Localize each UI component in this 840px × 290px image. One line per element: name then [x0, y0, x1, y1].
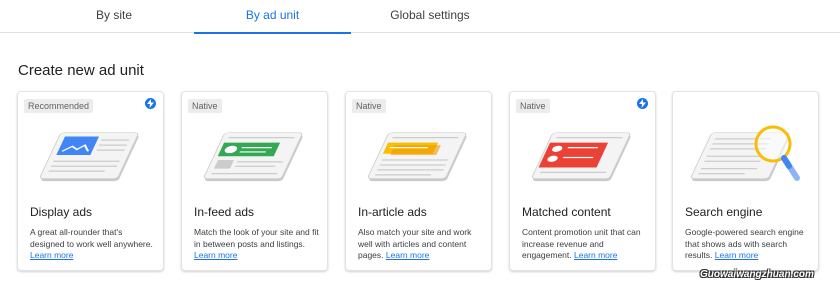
bolt-icon: [637, 98, 648, 109]
section-title: Create new ad unit: [18, 62, 144, 79]
card-description: Also match your site and work well with …: [358, 227, 472, 260]
in-feed-ads-illustration: [203, 132, 303, 182]
card-title: In-article ads: [358, 205, 427, 219]
matched-content-illustration: [531, 132, 631, 182]
search-engine-illustration: [690, 125, 800, 182]
card-in-article-ads[interactable]: Native In-article ads Also match your si…: [345, 91, 492, 271]
learn-more-link[interactable]: Learn more: [194, 250, 237, 260]
card-in-feed-ads[interactable]: Native In-feed ads Match the look of you…: [181, 91, 328, 271]
card-title: Search engine: [685, 205, 763, 219]
tab-by-ad-unit[interactable]: By ad unit: [194, 0, 351, 34]
watermark: Guowaiwangzhuan.com: [700, 269, 814, 280]
card-search-engine[interactable]: Search engine Google-powered search engi…: [672, 91, 819, 271]
recommended-badge: Recommended: [24, 99, 94, 113]
tab-by-site[interactable]: By site: [40, 0, 188, 33]
card-title: Matched content: [522, 205, 611, 219]
card-display-ads[interactable]: Recommended Display ads A great all-roun…: [17, 91, 164, 271]
learn-more-link[interactable]: Learn more: [715, 250, 758, 260]
learn-more-link[interactable]: Learn more: [574, 250, 617, 260]
card-description: A great all-rounder that's designed to w…: [30, 227, 153, 260]
tab-bar: By site By ad unit Global settings: [0, 0, 840, 34]
native-badge: Native: [188, 99, 222, 113]
display-ads-illustration: [39, 132, 139, 182]
card-description: Content promotion unit that can increase…: [522, 227, 641, 260]
bolt-icon: [145, 98, 156, 109]
tab-global-settings[interactable]: Global settings: [355, 0, 505, 33]
card-title: Display ads: [30, 205, 93, 219]
native-badge: Native: [516, 99, 550, 113]
in-article-ads-illustration: [367, 132, 467, 182]
card-matched-content[interactable]: Native Matched content Content promotion…: [509, 91, 656, 271]
learn-more-link[interactable]: Learn more: [386, 250, 429, 260]
native-badge: Native: [352, 99, 386, 113]
card-description: Match the look of your site and fit in b…: [194, 227, 319, 260]
card-title: In-feed ads: [194, 205, 255, 219]
card-description: Google-powered search engine that shows …: [685, 227, 804, 260]
learn-more-link[interactable]: Learn more: [30, 250, 73, 260]
